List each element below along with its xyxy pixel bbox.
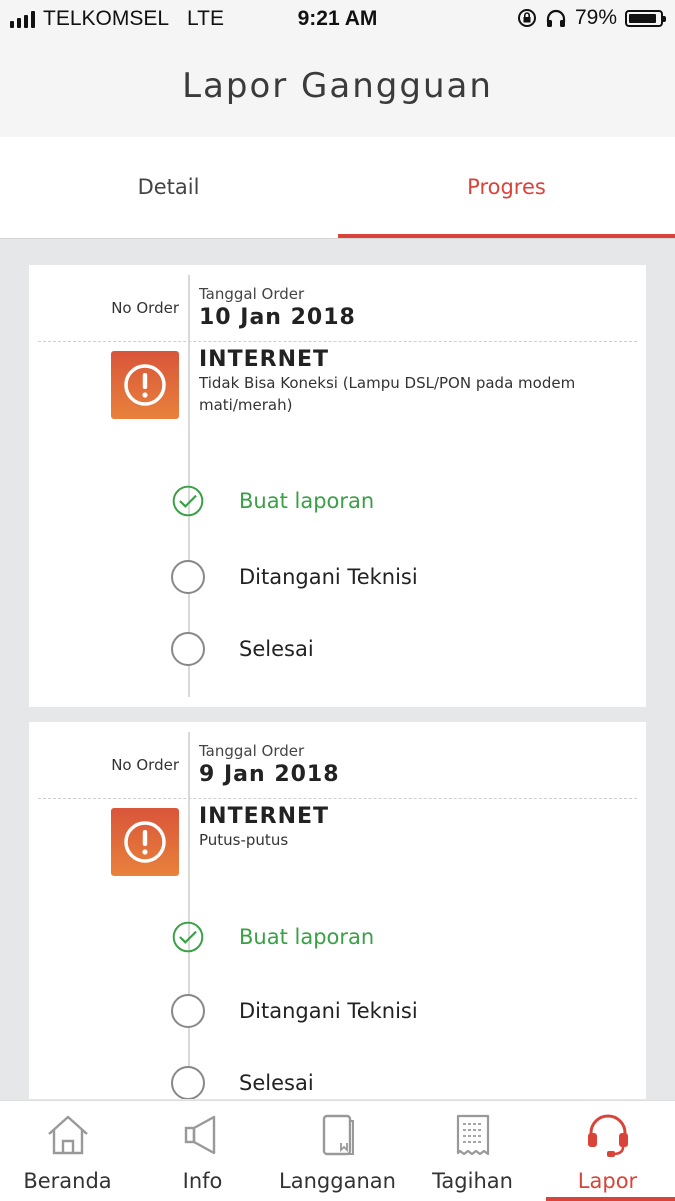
empty-circle-icon: [171, 632, 205, 666]
order-list[interactable]: No Order Tanggal Order 10 Jan 2018 INTER…: [0, 239, 675, 1099]
empty-circle-icon: [171, 1066, 205, 1099]
empty-circle-icon: [171, 994, 205, 1028]
order-date-caption: Tanggal Order: [199, 742, 305, 760]
check-circle-icon: [171, 484, 205, 518]
home-icon: [0, 1113, 135, 1159]
step-label: Ditangani Teknisi: [239, 999, 418, 1023]
bottom-nav: Beranda Info Langganan Tagihan Lapor: [0, 1100, 675, 1201]
page-title: Lapor Gangguan: [182, 66, 493, 106]
divider: [38, 341, 637, 342]
tab-detail[interactable]: Detail: [0, 137, 337, 238]
service-title: INTERNET: [199, 804, 330, 829]
empty-circle-icon: [171, 560, 205, 594]
battery-percent: 79%: [574, 6, 617, 29]
nav-info[interactable]: Info: [135, 1101, 270, 1201]
order-card[interactable]: No Order Tanggal Order 10 Jan 2018 INTER…: [29, 265, 646, 707]
status-right: 79%: [517, 6, 666, 30]
timeline-line: [188, 732, 190, 1099]
battery-icon: [625, 9, 666, 27]
app-header: Lapor Gangguan: [0, 40, 675, 137]
service-description: Putus-putus: [199, 831, 289, 849]
tab-bar: Detail Progres: [0, 137, 675, 239]
nav-label: Tagihan: [432, 1169, 513, 1193]
check-circle-icon: [171, 920, 205, 954]
tab-progres-label: Progres: [467, 175, 546, 199]
nav-label: Lapor: [577, 1169, 638, 1193]
tab-detail-label: Detail: [137, 175, 200, 199]
order-date: 9 Jan 2018: [199, 762, 340, 787]
order-card[interactable]: No Order Tanggal Order 9 Jan 2018 INTERN…: [29, 722, 646, 1099]
headset-icon: [540, 1113, 675, 1159]
step-buat-laporan: Buat laporan: [171, 920, 374, 954]
no-order-label: No Order: [111, 299, 179, 317]
megaphone-icon: [135, 1113, 270, 1159]
step-ditangani-teknisi: Ditangani Teknisi: [171, 560, 418, 594]
order-date: 10 Jan 2018: [199, 305, 356, 330]
nav-lapor[interactable]: Lapor: [540, 1101, 675, 1201]
step-label: Selesai: [239, 1071, 314, 1095]
service-description: Tidak Bisa Koneksi (Lampu DSL/PON pada m…: [199, 374, 576, 414]
step-label: Buat laporan: [239, 489, 375, 513]
step-selesai: Selesai: [171, 632, 314, 666]
receipt-icon: [405, 1113, 540, 1159]
step-label: Ditangani Teknisi: [239, 565, 418, 589]
step-selesai: Selesai: [171, 1066, 314, 1099]
nav-beranda[interactable]: Beranda: [0, 1101, 135, 1201]
nav-label: Langganan: [279, 1169, 396, 1193]
warning-icon: [111, 351, 179, 419]
step-label: Buat laporan: [239, 925, 375, 949]
orientation-lock-icon: [517, 9, 536, 27]
service-title: INTERNET: [199, 347, 330, 372]
nav-langganan[interactable]: Langganan: [270, 1101, 405, 1201]
nav-label: Info: [182, 1169, 223, 1193]
step-label: Selesai: [239, 637, 314, 661]
warning-icon: [111, 808, 179, 876]
step-buat-laporan: Buat laporan: [171, 484, 374, 518]
order-date-caption: Tanggal Order: [199, 285, 305, 303]
nav-label: Beranda: [23, 1169, 112, 1193]
status-bar: TELKOMSEL LTE 9:21 AM 79%: [0, 0, 675, 40]
book-icon: [270, 1113, 405, 1159]
tab-progres[interactable]: Progres: [338, 137, 675, 238]
nav-tagihan[interactable]: Tagihan: [405, 1101, 540, 1201]
divider: [38, 798, 637, 799]
headphones-icon: [546, 9, 566, 27]
step-ditangani-teknisi: Ditangani Teknisi: [171, 994, 418, 1028]
no-order-label: No Order: [111, 756, 179, 774]
